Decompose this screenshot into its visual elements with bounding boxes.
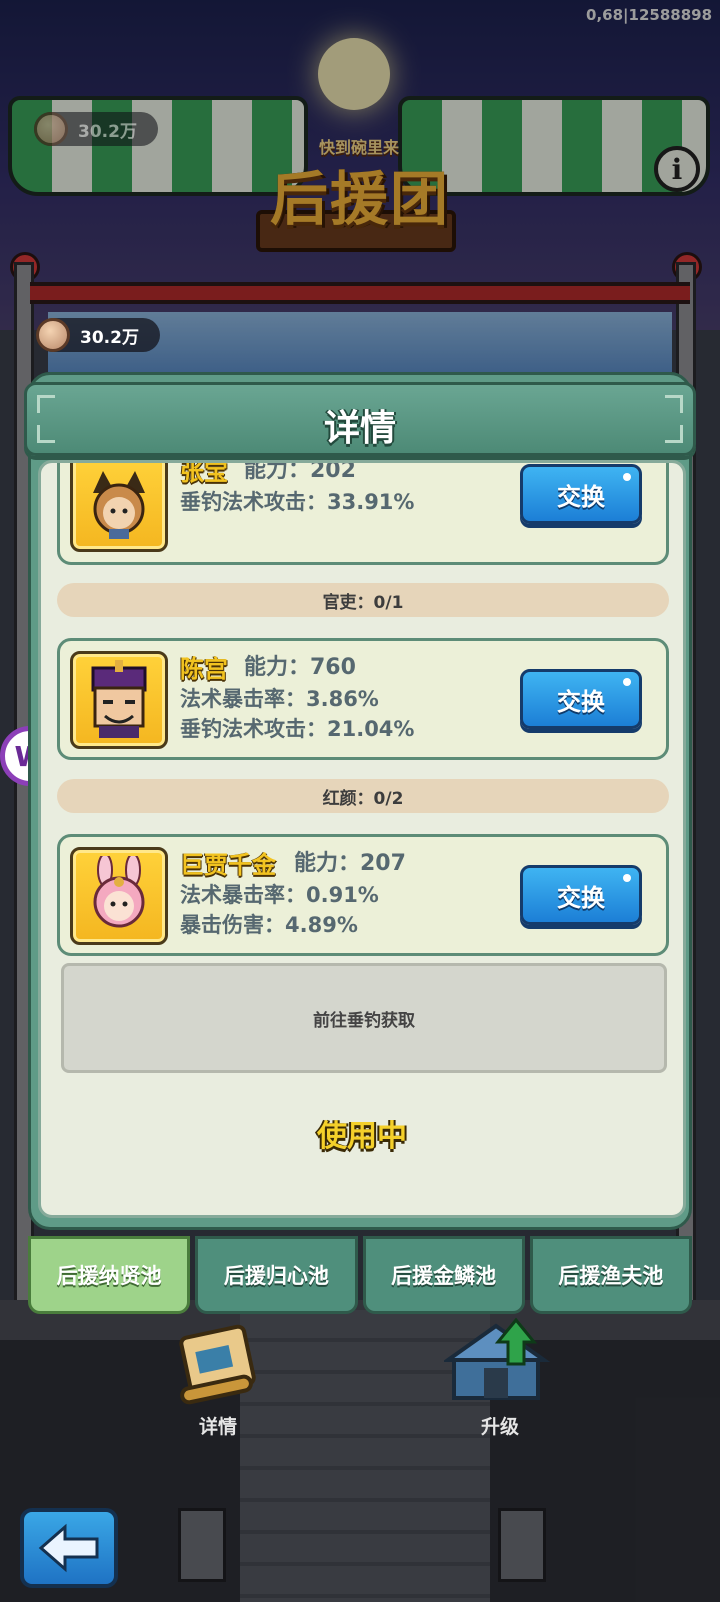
portrait-jugu-qianjin [70, 847, 168, 945]
supporter-power: 能力：202 [244, 460, 356, 483]
shine-icon [623, 473, 631, 481]
coin-counter: 30.2万 [36, 318, 160, 352]
supporter-stat: 法术暴击率：0.91% [180, 883, 379, 907]
dialog-header: 详情 [24, 382, 696, 456]
swap-button-label: 交换 [557, 687, 605, 716]
supporter-stat: 法术暴击率：3.86% [180, 687, 379, 711]
supporter-stat: 垂钓法术攻击：21.04% [180, 717, 415, 741]
tab-jinlin-pool[interactable]: 后援金鳞池 [362, 1236, 525, 1314]
supporter-name: 巨贾千金 [180, 851, 276, 879]
supporter-card: 巨贾千金 能力：207 法术暴击率：0.91% 暴击伤害：4.89% 交换 [57, 834, 669, 956]
details-list[interactable]: 张宝 能力：202 垂钓法术攻击：33.91% 交换 官吏：0/1 陈宫 能力：… [38, 460, 686, 1218]
coin-amount: 30.2万 [80, 327, 139, 348]
upgrade-button-label[interactable]: 升级 [440, 1412, 560, 1439]
dialog-title: 详情 [323, 408, 396, 449]
supporter-card: 陈宫 能力：760 法术暴击率：3.86% 垂钓法术攻击：21.04% 交换 [57, 638, 669, 760]
shine-icon [623, 678, 631, 686]
details-button-label[interactable]: 详情 [158, 1412, 278, 1439]
swap-button[interactable]: 交换 [520, 865, 642, 925]
supporter-power: 能力：760 [244, 655, 356, 680]
shine-icon [623, 874, 631, 882]
back-button[interactable] [20, 1508, 118, 1588]
swap-button-label: 交换 [557, 883, 605, 912]
section-bar-officials: 官吏：0/1 [57, 583, 669, 617]
scroll-icon[interactable] [168, 1318, 264, 1408]
goto-fishing-button[interactable]: 前往垂钓获取 [61, 963, 667, 1073]
pool-tabs: 后援纳贤池 后援归心池 后援金鳞池 后援渔夫池 [28, 1236, 692, 1314]
coin-icon [36, 318, 70, 352]
supporter-stat: 垂钓法术攻击：33.91% [180, 490, 415, 514]
supporter-stat: 暴击伤害：4.89% [180, 913, 358, 937]
swap-button[interactable]: 交换 [520, 669, 642, 729]
tab-guixin-pool[interactable]: 后援归心池 [195, 1236, 358, 1314]
portrait-zhangbao [70, 463, 168, 552]
swap-button-label: 交换 [557, 482, 605, 511]
portrait-chengong [70, 651, 168, 749]
section-bar-beauties: 红颜：0/2 [57, 779, 669, 813]
character-avatar-icon [91, 660, 147, 738]
swap-button[interactable]: 交换 [520, 464, 642, 524]
in-use-label: 使用中 [317, 1119, 407, 1154]
supporter-card: 张宝 能力：202 垂钓法术攻击：33.91% 交换 [57, 460, 669, 565]
character-avatar-icon [93, 856, 145, 928]
tab-nasian-pool[interactable]: 后援纳贤池 [28, 1236, 191, 1314]
upgrade-building-icon[interactable] [444, 1310, 554, 1410]
supporter-power: 能力：207 [294, 851, 406, 876]
tab-yufu-pool[interactable]: 后援渔夫池 [529, 1236, 692, 1314]
supporter-name: 张宝 [180, 460, 228, 486]
supporter-name: 陈宫 [180, 655, 228, 683]
back-arrow-icon [38, 1523, 99, 1573]
character-avatar-icon [93, 471, 145, 539]
